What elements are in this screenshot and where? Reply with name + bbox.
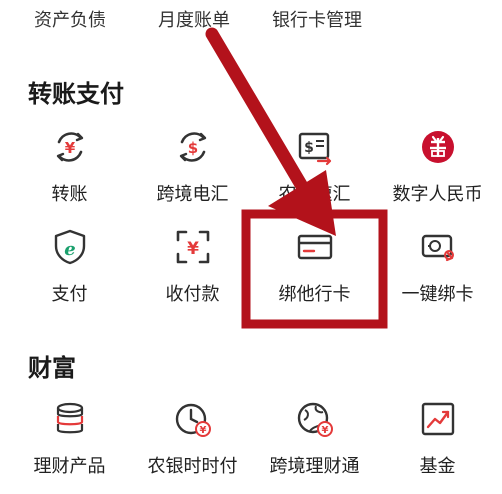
tile-label: 农银时时付 — [147, 456, 238, 477]
tile-label: 支付 — [51, 284, 88, 305]
svg-text:$: $ — [304, 140, 314, 156]
top-link-assets[interactable]: 资产负债 — [34, 6, 106, 32]
svg-text:¥: ¥ — [187, 239, 199, 259]
tile-label: 基金 — [419, 456, 456, 477]
top-link-monthly-bill[interactable]: 月度账单 — [158, 6, 230, 32]
tile-label: 一键绑卡 — [401, 284, 474, 305]
svg-text:$: $ — [188, 139, 198, 157]
bank-card-icon — [296, 228, 334, 266]
tile-cross-border-wealth[interactable]: ¥ 跨境理财通 — [252, 400, 377, 490]
top-link-card-management[interactable]: 银行卡管理 — [272, 6, 362, 32]
tile-digital-rmb[interactable]: 数字人民币 — [375, 128, 500, 218]
tile-transfer[interactable]: ¥ 转账 — [7, 128, 132, 218]
tile-label: 数字人民币 — [392, 184, 483, 205]
svg-text:e: e — [64, 239, 75, 260]
transfer-icon: ¥ — [51, 128, 89, 166]
fund-chart-icon — [419, 400, 457, 438]
scan-yuan-icon: ¥ — [174, 228, 212, 266]
tile-wealth-products[interactable]: 理财产品 — [7, 400, 132, 490]
tile-fast-remit[interactable]: $ 农银速汇 — [252, 128, 377, 218]
tile-fund[interactable]: 基金 — [375, 400, 500, 490]
fast-remit-icon: $ — [296, 128, 334, 166]
payment-shield-icon: e — [51, 228, 89, 266]
tile-label: 跨境理财通 — [269, 456, 360, 477]
tile-cross-border-remit[interactable]: $ 跨境电汇 — [130, 128, 255, 218]
section-title-transfer: 转账支付 — [28, 80, 124, 108]
coin-stack-icon — [51, 400, 89, 438]
tile-abc-instant-pay[interactable]: ¥ 农银时时付 — [130, 400, 255, 490]
clock-yuan-icon: ¥ — [174, 400, 212, 438]
cross-border-remit-icon: $ — [174, 128, 212, 166]
digital-rmb-icon — [419, 128, 457, 166]
tile-label: 收付款 — [165, 284, 220, 305]
svg-text:¥: ¥ — [322, 425, 329, 436]
tile-label: 农银速汇 — [278, 184, 351, 205]
top-links-row: 资产负债 月度账单 银行卡管理 — [0, 0, 502, 34]
svg-text:¥: ¥ — [65, 139, 76, 157]
globe-icon: ¥ — [296, 400, 334, 438]
tile-one-click-bind[interactable]: 一键绑卡 — [375, 228, 500, 318]
tile-label: 绑他行卡 — [278, 284, 351, 305]
svg-text:¥: ¥ — [200, 425, 207, 436]
tile-bind-other-card[interactable]: 绑他行卡 — [252, 228, 377, 318]
tile-payment[interactable]: e 支付 — [7, 228, 132, 318]
tile-label: 理财产品 — [33, 456, 106, 477]
tile-label: 转账 — [51, 184, 88, 205]
section-title-wealth: 财富 — [28, 354, 76, 382]
one-click-bind-icon — [419, 228, 457, 266]
tile-receive-pay[interactable]: ¥ 收付款 — [130, 228, 255, 318]
tile-label: 跨境电汇 — [156, 184, 229, 205]
